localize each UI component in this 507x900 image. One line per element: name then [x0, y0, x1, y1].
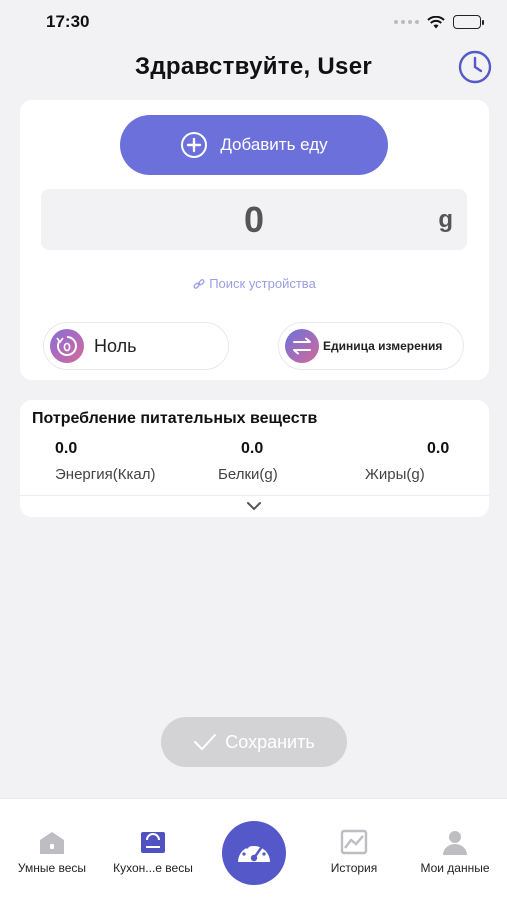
nutrition-value: 0.0: [427, 440, 450, 457]
nutrition-value: 0.0: [241, 440, 264, 457]
nutrition-fat: 0.0 Жиры(g): [365, 440, 505, 483]
tab-kitchen-scale[interactable]: Кухон...е весы: [103, 829, 203, 875]
nutrition-protein: 0.0 Белки(g): [218, 440, 358, 483]
nutrition-label: Энергия(Ккал): [55, 466, 156, 483]
header: Здравствуйте, User: [0, 44, 507, 90]
kitchen-scale-icon: [141, 832, 165, 853]
zero-label: Ноль: [94, 335, 137, 356]
clock-icon[interactable]: [457, 49, 493, 85]
divider: [20, 495, 489, 496]
save-label: Сохранить: [225, 731, 315, 752]
gauge-icon: [238, 842, 270, 862]
status-bar: 17:30: [0, 0, 507, 44]
status-time: 17:30: [46, 12, 90, 31]
link-icon: [193, 278, 205, 289]
tab-my-data[interactable]: Мои данные: [405, 829, 505, 875]
tab-label: Кухон...е весы: [113, 861, 193, 875]
unit-label: Единица измерения: [323, 339, 443, 353]
weight-unit: g: [438, 206, 453, 233]
home-icon: [40, 832, 64, 854]
device-search-label: Поиск устройства: [209, 276, 316, 291]
tab-label: Умные весы: [17, 861, 87, 875]
user-icon: [443, 831, 467, 855]
nutrition-energy: 0.0 Энергия(Ккал): [55, 440, 195, 483]
tab-history[interactable]: История: [304, 829, 404, 875]
check-icon: [194, 734, 217, 751]
tab-label: История: [330, 861, 378, 875]
nutrition-label: Белки(g): [218, 466, 278, 483]
tab-bar: Умные весы Кухон...е весы История Мои да…: [0, 798, 507, 900]
weight-value: 0: [243, 199, 265, 240]
tab-label: Мои данные: [420, 861, 490, 875]
scale-card: Добавить еду 0 g Поиск устройства Ноль Е…: [20, 100, 489, 380]
nutrition-card: Потребление питательных веществ 0.0 Энер…: [20, 400, 489, 517]
save-button[interactable]: Сохранить: [161, 717, 347, 767]
plus-circle-icon: [181, 132, 208, 158]
add-food-button[interactable]: Добавить еду: [120, 115, 388, 175]
weight-display: 0 g: [41, 189, 467, 250]
nutrition-label: Жиры(g): [365, 466, 425, 483]
wifi-icon: [427, 15, 445, 28]
chart-icon: [340, 829, 368, 855]
nutrition-title: Потребление питательных веществ: [32, 410, 318, 427]
chevron-down-icon[interactable]: [246, 500, 262, 512]
tab-scale-dashboard[interactable]: [222, 821, 286, 885]
zero-button[interactable]: Ноль: [43, 322, 229, 370]
add-food-label: Добавить еду: [220, 135, 328, 154]
device-search-link[interactable]: Поиск устройства: [20, 276, 489, 291]
battery-icon: [453, 15, 484, 29]
swap-icon: [285, 329, 319, 363]
nutrition-value: 0.0: [55, 440, 78, 457]
page-title: Здравствуйте, User: [135, 53, 372, 80]
unit-button[interactable]: Единица измерения: [278, 322, 464, 370]
signal-icon: [394, 20, 419, 24]
tare-icon: [50, 329, 84, 363]
tab-smart-scale[interactable]: Умные весы: [2, 829, 102, 875]
